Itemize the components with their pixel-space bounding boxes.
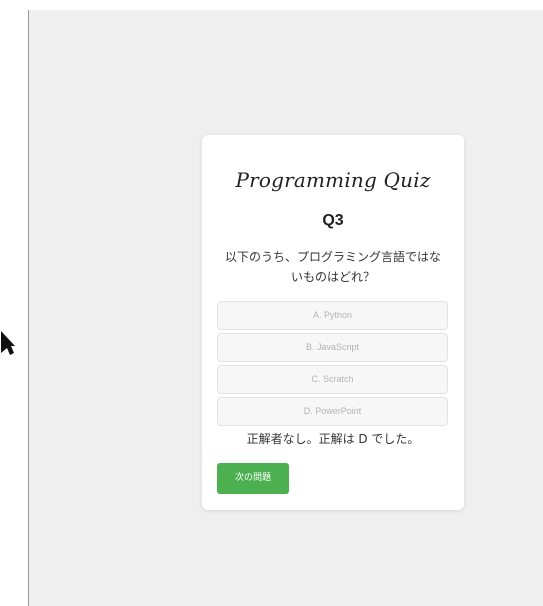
option-a-button[interactable]: A. Python [217,301,448,330]
question-number: Q3 [322,212,344,229]
option-b-button[interactable]: B. JavaScript [217,333,448,362]
cursor-arrow-icon [1,331,15,355]
quiz-card: Programming Quiz Q3 以下のうち、プログラミング言語ではないも… [202,135,464,510]
question-text: 以下のうち、プログラミング言語ではないものはどれ？ [224,250,441,284]
app-viewport: Programming Quiz Q3 以下のうち、プログラミング言語ではないも… [28,10,543,606]
next-question-button[interactable]: 次の問題 [217,463,289,494]
option-d-button[interactable]: D. PowerPoint [217,397,448,426]
result-text: 正解者なし。正解は D でした。 [246,432,420,446]
option-list: A. Python B. JavaScript C. Scratch D. Po… [217,301,448,429]
quiz-title: Programming Quiz [235,168,431,192]
cursor-arrow-shape [1,331,15,355]
option-c-button[interactable]: C. Scratch [217,365,448,394]
